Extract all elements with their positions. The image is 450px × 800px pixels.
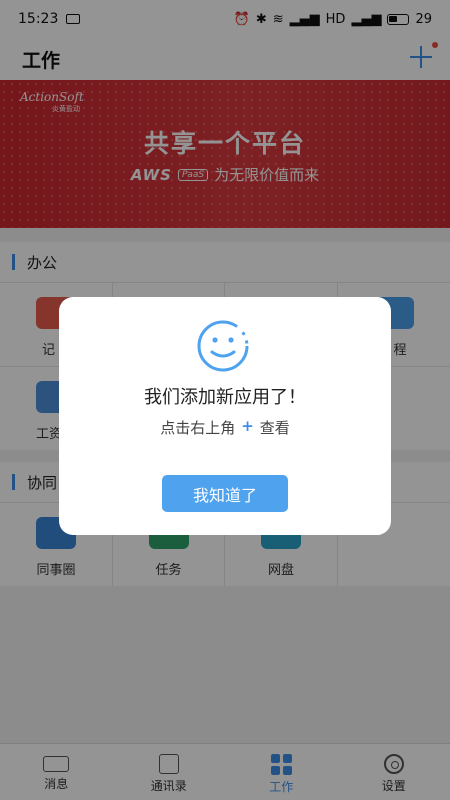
hint-prefix: 点击右上角 — [160, 419, 236, 437]
smile-icon — [197, 320, 249, 372]
dialog-hint: 点击右上角 + 查看 — [59, 417, 391, 438]
new-app-dialog: 我们添加新应用了！ 点击右上角 + 查看 我知道了 — [59, 297, 391, 535]
dialog-title: 我们添加新应用了！ — [144, 387, 306, 408]
got-it-button[interactable]: 我知道了 — [162, 475, 288, 512]
hint-plus-icon: + — [241, 417, 254, 435]
hint-suffix: 查看 — [259, 419, 290, 437]
